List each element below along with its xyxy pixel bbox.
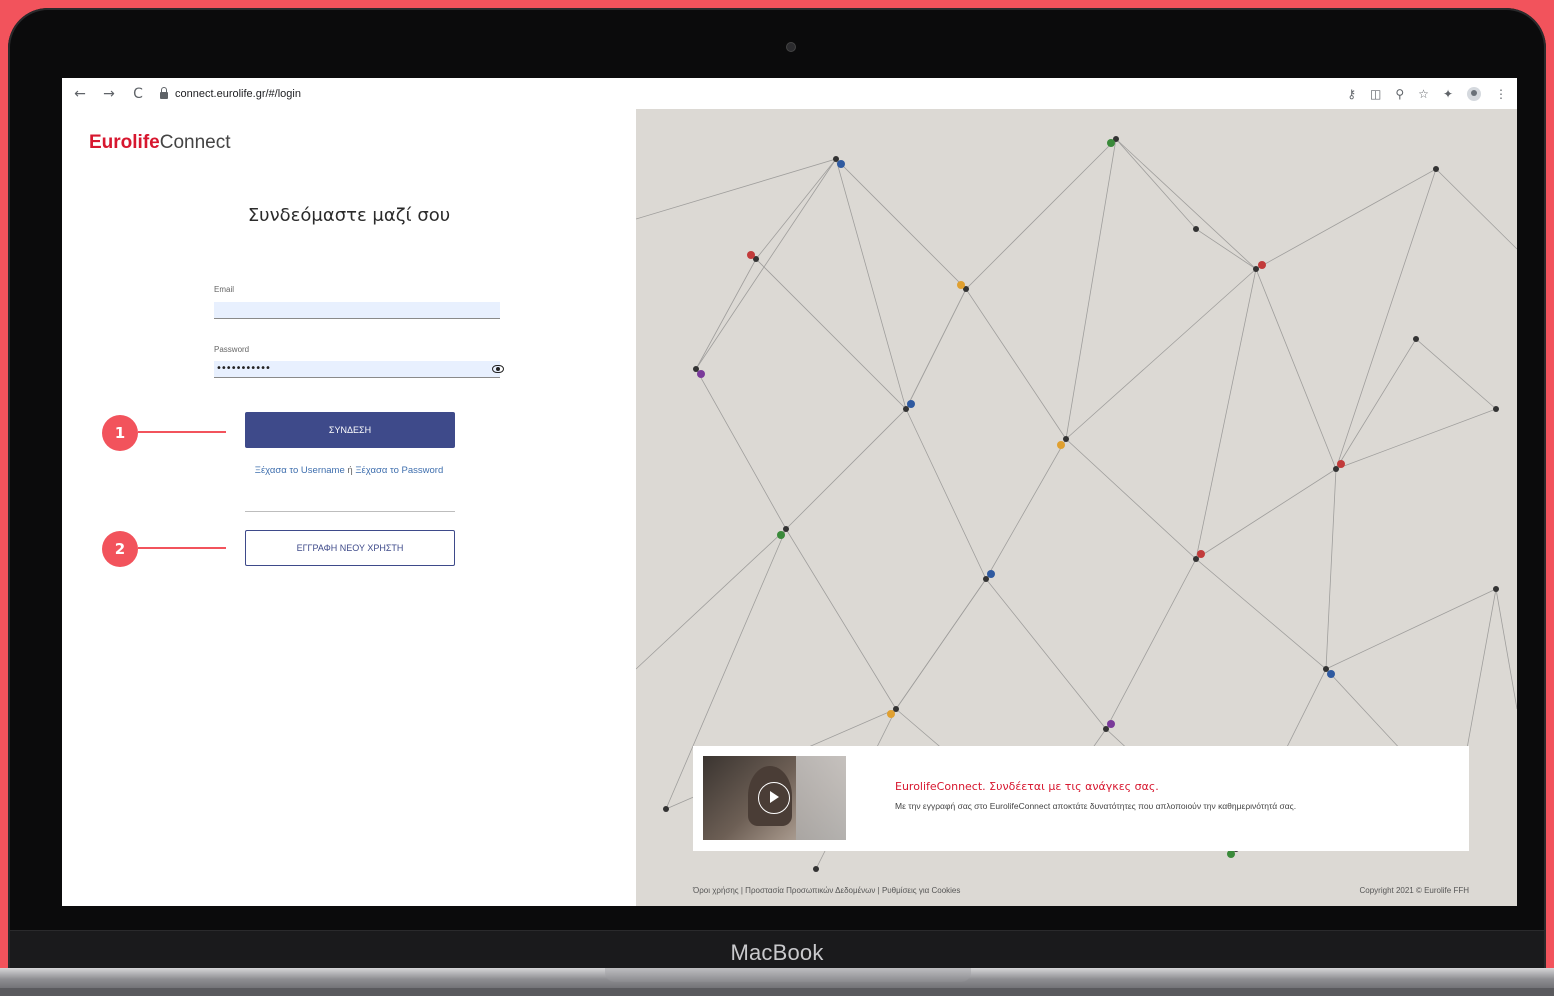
password-field[interactable]: •••••••••••: [214, 361, 504, 378]
extensions-icon[interactable]: ✦: [1443, 87, 1453, 101]
translate-icon[interactable]: ◫: [1370, 87, 1381, 101]
password-value: •••••••••••: [216, 363, 271, 374]
annotation-marker-1: 1: [102, 415, 138, 451]
address-bar[interactable]: connect.eurolife.gr/#/login: [160, 86, 301, 100]
video-thumbnail[interactable]: [703, 756, 846, 840]
register-button[interactable]: ΕΓΓΡΑΦΗ ΝΕΟΥ ΧΡΗΣΤΗ: [245, 530, 455, 566]
login-panel: EurolifeConnect Συνδεόμαστε μαζί σου Ema…: [62, 109, 636, 906]
menu-kebab-icon[interactable]: ⋮: [1495, 87, 1507, 101]
play-icon[interactable]: [758, 782, 790, 814]
laptop-notch: [605, 968, 971, 982]
login-button[interactable]: ΣΥΝΔΕΣΗ: [245, 412, 455, 448]
forgot-password-link[interactable]: Ξέχασα το Password: [355, 465, 443, 476]
zoom-icon[interactable]: ⚲: [1395, 87, 1404, 101]
lock-icon: [160, 86, 168, 99]
url-text: connect.eurolife.gr/#/login: [175, 87, 301, 100]
promo-title: EurolifeConnect. Συνδέεται με τις ανάγκε…: [895, 780, 1159, 793]
browser-window: ← → C connect.eurolife.gr/#/login ⚷ ◫ ⚲ …: [62, 78, 1517, 906]
annotation-line-2: [138, 547, 226, 549]
device-label: MacBook: [730, 940, 824, 965]
reload-icon[interactable]: C: [130, 86, 146, 102]
email-field[interactable]: [214, 302, 500, 319]
show-password-eye-icon[interactable]: [492, 365, 504, 373]
key-icon[interactable]: ⚷: [1347, 87, 1356, 101]
forward-arrow-icon[interactable]: →: [101, 86, 117, 102]
password-label: Password: [214, 345, 250, 354]
laptop-base: [0, 968, 1554, 996]
forgot-username-link[interactable]: Ξέχασα το Username: [255, 465, 345, 476]
annotation-marker-2: 2: [102, 531, 138, 567]
promo-text: Με την εγγραφή σας στο EurolifeConnect α…: [895, 801, 1297, 811]
hero-panel: EurolifeConnect. Συνδέεται με τις ανάγκε…: [636, 109, 1517, 906]
email-label: Email: [214, 285, 235, 294]
camera-icon: [786, 42, 796, 52]
or-separator: ή: [347, 465, 353, 476]
profile-avatar[interactable]: [1467, 86, 1481, 101]
eurolife-connect-logo[interactable]: EurolifeConnect: [89, 132, 231, 154]
forgot-links: Ξέχασα το Username ή Ξέχασα το Password: [62, 465, 636, 476]
page-title: Συνδεόμαστε μαζί σου: [247, 205, 451, 226]
browser-toolbar: ← → C connect.eurolife.gr/#/login ⚷ ◫ ⚲ …: [62, 78, 1517, 110]
star-icon[interactable]: ☆: [1418, 87, 1429, 101]
promo-video-card: EurolifeConnect. Συνδέεται με τις ανάγκε…: [693, 746, 1469, 851]
footer-copyright: Copyright 2021 © Eurolife FFH: [1359, 886, 1470, 895]
divider: [245, 511, 455, 512]
annotation-line-1: [138, 431, 226, 433]
footer-links[interactable]: Όροι χρήσης | Προστασία Προσωπικών Δεδομ…: [693, 886, 960, 895]
back-arrow-icon[interactable]: ←: [72, 86, 88, 102]
